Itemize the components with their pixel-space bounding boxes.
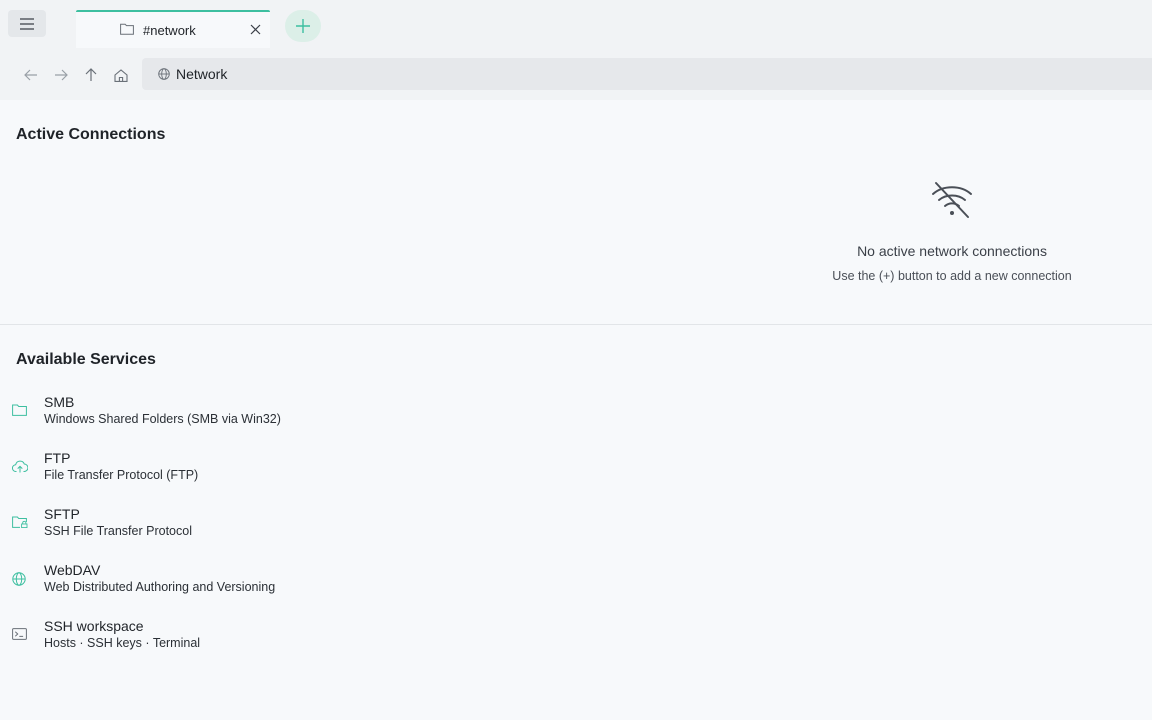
service-name: SFTP: [44, 506, 80, 522]
arrow-right-icon: [55, 69, 68, 81]
service-name: SSH workspace: [44, 618, 144, 634]
service-description: Windows Shared Folders (SMB via Win32): [44, 412, 281, 426]
available-services-title: Available Services: [16, 351, 156, 368]
service-ssh-workspace[interactable]: SSH workspace Hosts · SSH keys · Termina…: [0, 618, 600, 666]
service-name: WebDAV: [44, 562, 101, 578]
service-name: SMB: [44, 394, 75, 410]
folder-icon: [12, 404, 27, 416]
address-text: Network: [176, 66, 228, 82]
forward-button[interactable]: [52, 66, 70, 84]
wifi-off-icon: [932, 182, 972, 218]
address-bar[interactable]: Network: [142, 58, 1152, 90]
arrow-left-icon: [24, 69, 37, 81]
service-description: SSH File Transfer Protocol: [44, 524, 192, 538]
service-smb[interactable]: SMB Windows Shared Folders (SMB via Win3…: [0, 394, 600, 442]
section-divider: [0, 324, 1152, 325]
close-icon[interactable]: [250, 24, 261, 35]
home-icon: [114, 68, 128, 82]
service-description: Web Distributed Authoring and Versioning: [44, 580, 276, 594]
service-description: Hosts · SSH keys · Terminal: [44, 636, 201, 650]
folder-lock-icon: [12, 516, 28, 528]
terminal-icon: [12, 628, 27, 640]
tab-label: #network: [143, 23, 196, 38]
service-ftp[interactable]: FTP File Transfer Protocol (FTP): [0, 450, 600, 498]
service-webdav[interactable]: WebDAV Web Distributed Authoring and Ver…: [0, 562, 600, 610]
cloud-upload-icon: [12, 460, 28, 473]
empty-state-subtitle: Use the (+) button to add a new connecti…: [832, 269, 1072, 283]
folder-icon: [120, 23, 134, 35]
plus-icon: [296, 19, 310, 33]
navigation-bar: Network: [0, 50, 1152, 100]
service-name: FTP: [44, 450, 71, 466]
service-description: File Transfer Protocol (FTP): [44, 468, 199, 482]
service-sftp[interactable]: SFTP SSH File Transfer Protocol: [0, 506, 600, 554]
arrow-up-icon: [85, 68, 97, 81]
tab-bar: #network: [0, 0, 1152, 50]
menu-button[interactable]: [8, 10, 46, 37]
empty-state-title: No active network connections: [857, 243, 1047, 259]
hamburger-icon: [20, 17, 34, 30]
back-button[interactable]: [22, 66, 40, 84]
empty-state: No active network connections Use the (+…: [752, 180, 1152, 283]
globe-icon: [158, 68, 170, 80]
add-tab-button[interactable]: [285, 10, 321, 42]
up-button[interactable]: [82, 66, 100, 84]
tab-network[interactable]: #network: [76, 10, 270, 48]
active-connections-title: Active Connections: [16, 126, 166, 143]
globe-icon: [12, 572, 26, 586]
home-button[interactable]: [112, 66, 130, 84]
